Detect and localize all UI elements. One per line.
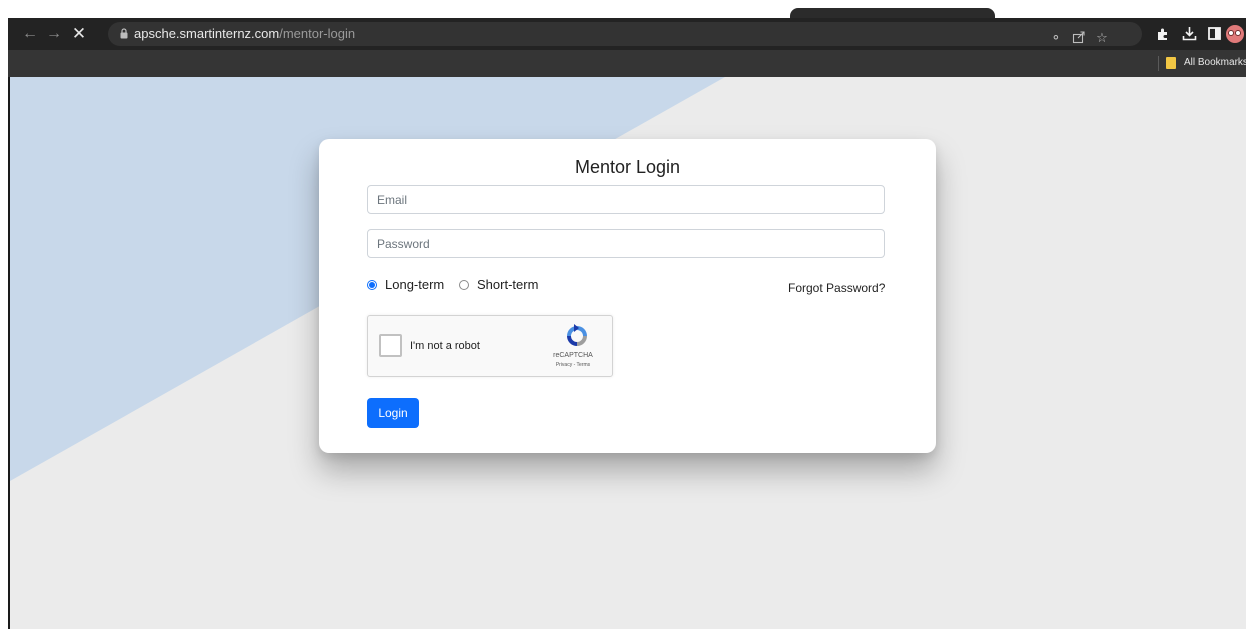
short-term-radio[interactable] [459,280,469,290]
all-bookmarks-link[interactable]: All Bookmarks [1184,56,1246,70]
bookmark-folder-icon [1166,57,1176,69]
page-viewport: Mentor Login Long-term Short-term Forgot… [10,77,1246,629]
back-arrow-icon[interactable]: ← [20,24,40,44]
page-title: Mentor Login [574,157,681,177]
recaptcha-label: I'm not a robot [410,340,480,352]
bookmarks-bar: All Bookmarks [8,50,1246,77]
lock-icon [120,28,128,39]
window-top-strip [0,0,1246,10]
recaptcha-checkbox[interactable] [379,334,402,357]
profile-avatar[interactable] [1226,25,1244,43]
login-button[interactable]: Login [367,398,419,428]
key-icon[interactable]: ⚬ [1046,28,1066,48]
url-path: /mentor-login [279,26,356,41]
url-text: apsche.smartinternz.com/mentor-login [134,26,355,42]
download-icon[interactable] [1182,26,1197,41]
share-icon[interactable] [1072,30,1086,44]
password-field[interactable] [367,229,885,258]
long-term-label[interactable]: Long-term [385,276,444,294]
address-bar[interactable]: apsche.smartinternz.com/mentor-login ⚬ ☆ [108,22,1142,46]
recaptcha-privacy-terms[interactable]: Privacy - Terms [536,361,610,369]
recaptcha-logo-icon [567,324,587,346]
bookmarks-separator [1158,56,1159,71]
browser-toolbar: ← → ✕ apsche.smartinternz.com/mentor-log… [8,18,1246,50]
bookmark-star-icon[interactable]: ☆ [1092,28,1112,48]
side-panel-icon[interactable] [1208,27,1221,40]
avatar-eye-right-icon [1235,30,1241,36]
forgot-password-link[interactable]: Forgot Password? [788,280,885,296]
email-field[interactable] [367,185,885,214]
short-term-label[interactable]: Short-term [477,276,538,294]
screen: ← → ✕ apsche.smartinternz.com/mentor-log… [0,0,1246,629]
url-host: apsche.smartinternz.com [134,26,280,41]
active-tab-edge[interactable] [790,8,995,18]
extensions-icon[interactable] [1156,27,1170,41]
stop-loading-icon[interactable]: ✕ [69,24,89,44]
recaptcha-widget: I'm not a robot reCAPTCHA Privacy - Term… [367,315,613,377]
recaptcha-brand: reCAPTCHA [553,352,593,359]
window-left-edge [0,18,8,629]
long-term-radio[interactable] [367,280,377,290]
avatar-eye-left-icon [1228,30,1234,36]
browser-chrome: ← → ✕ apsche.smartinternz.com/mentor-log… [8,18,1246,77]
login-card: Mentor Login Long-term Short-term Forgot… [319,139,936,453]
forward-arrow-icon[interactable]: → [44,24,64,44]
